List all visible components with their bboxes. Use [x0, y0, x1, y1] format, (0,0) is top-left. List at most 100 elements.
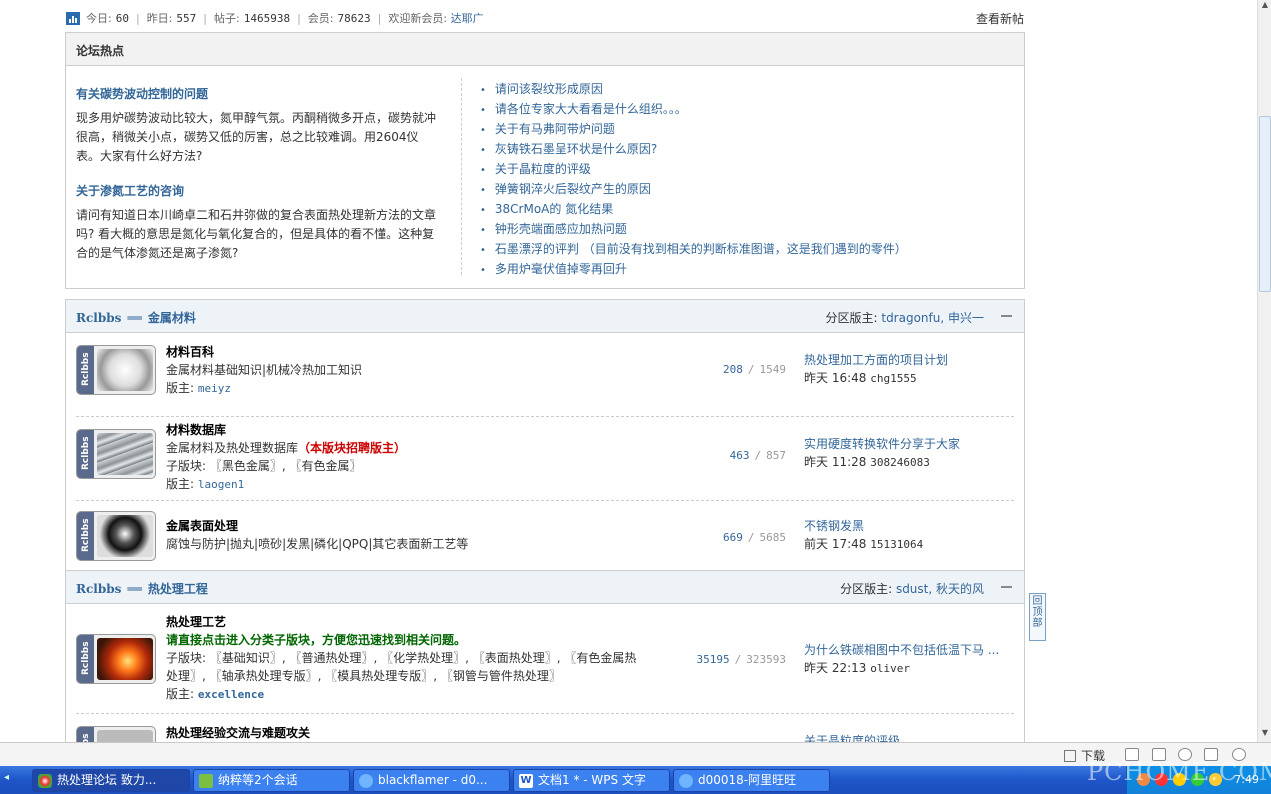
today-count: 60	[115, 11, 129, 25]
vertical-scrollbar[interactable]: ▲ ▼	[1257, 0, 1271, 742]
category-header: Rclbbs ══ 热处理工程 分区版主: sdust, 秋天的风	[66, 571, 1024, 604]
hot-topic-link[interactable]: 灰铸铁石墨呈环状是什么原因?	[480, 139, 907, 159]
collapse-icon[interactable]	[1001, 315, 1012, 317]
last-post-time: 昨天 16:48	[804, 371, 867, 385]
hot-topic-link[interactable]: 关于有马弗阿带炉问题	[480, 119, 907, 139]
last-post-link[interactable]: 为什么铁碳相图中不包括低温下马 ...	[804, 643, 999, 657]
view-new-threads-link[interactable]: 查看新帖	[976, 10, 1024, 27]
forum-logo[interactable]: Rclbbs	[76, 429, 156, 479]
members-label: 会员:	[307, 12, 334, 25]
download-icon	[1064, 750, 1076, 762]
windows-taskbar: ◂ 热处理论坛 致力... 纳粹等2个会话 blackflamer - d0..…	[0, 766, 1271, 794]
moderator-label: 版主:	[166, 381, 195, 395]
forum-row: Rclbbs 热处理经验交流与难题攻关 关于晶粒度的评级	[76, 714, 1014, 742]
forum-stats-bar: 今日: 60 | 昨日: 557 | 帖子: 1465938 | 会员: 78623 |…	[66, 9, 1024, 27]
last-post-link[interactable]: 实用硬度转换软件分享于大家	[804, 437, 960, 451]
category-metal-materials: Rclbbs ══ 金属材料 分区版主: tdragonfu, 申兴一 Rclbbs…	[65, 299, 1025, 571]
hot-topics-box: 论坛热点 有关碳势波动控制的问题 现多用炉碳势波动比较大，氮甲醇气氛。丙酮稍微多…	[65, 32, 1025, 289]
forum-logo[interactable]: Rclbbs	[76, 511, 156, 561]
last-post-time: 昨天 11:28	[804, 455, 867, 469]
scrollbar-thumb[interactable]	[1259, 116, 1271, 292]
today-label: 今日:	[86, 12, 112, 25]
subforum-links[interactable]: 〖基础知识〗, 〖普通热处理〗, 〖化学热处理〗, 〖表面热处理〗, 〖有色金属…	[166, 651, 636, 683]
scroll-up-arrow-icon[interactable]: ▲	[1258, 0, 1271, 14]
forum-logo[interactable]: Rclbbs	[76, 634, 156, 684]
back-to-top-button[interactable]: 回顶部	[1029, 593, 1046, 641]
moderator-link[interactable]: laogen1	[198, 478, 244, 491]
forum-logo[interactable]: Rclbbs	[76, 726, 156, 742]
last-post-link[interactable]: 关于晶粒度的评级	[804, 734, 900, 742]
hot-topic-link[interactable]: 关于晶粒度的评级	[480, 159, 907, 179]
featured-topics: 有关碳势波动控制的问题 现多用炉碳势波动比较大，氮甲醇气氛。丙酮稍微多开点，碳势…	[76, 85, 441, 279]
forum-logo[interactable]: Rclbbs	[76, 345, 156, 395]
aliwangwang-icon	[679, 774, 693, 788]
forum-row: Rclbbs 热处理工艺 请直接点击进入分类子版块，方便您迅速找到相关问题。 子…	[76, 604, 1014, 714]
newest-member-link[interactable]: 达耶广	[451, 10, 484, 26]
featured-topic-title[interactable]: 有关碳势波动控制的问题	[76, 87, 208, 101]
category-heat-treatment: Rclbbs ══ 热处理工程 分区版主: sdust, 秋天的风 Rclbbs 热…	[65, 570, 1025, 742]
hot-topic-link[interactable]: 多用炉毫伏值掉零再回升	[480, 259, 907, 279]
subforum-label: 子版块:	[166, 459, 207, 473]
taskbar-item[interactable]: 热处理论坛 致力...	[32, 769, 190, 792]
forum-name-link[interactable]: 金属表面处理	[166, 519, 238, 533]
recruit-moderator-notice: （本版块招聘版主）	[298, 441, 407, 455]
yesterday-label: 昨日:	[146, 12, 173, 25]
category-title-link[interactable]: Rclbbs ══ 金属材料	[76, 309, 196, 326]
yesterday-count: 557	[176, 11, 197, 25]
welcome-label: 欢迎新会员:	[388, 12, 448, 25]
hot-topic-link[interactable]: 38CrMoA的 氮化结果	[480, 199, 907, 219]
browser-icon	[38, 774, 52, 788]
hot-topic-link[interactable]: 弹簧钢淬火后裂纹产生的原因	[480, 179, 907, 199]
forum-stats: 669/5685	[723, 531, 786, 544]
forum-stats: 208/1549	[723, 363, 786, 376]
last-post-user[interactable]: 15131064	[870, 538, 923, 551]
featured-topic-excerpt: 请问有知道日本川崎卓二和石井弥做的复合表面热处理新方法的文章吗? 看大概的意思是…	[76, 208, 437, 260]
featured-topic-title[interactable]: 关于渗氮工艺的咨询	[76, 184, 184, 198]
forum-row: Rclbbs 材料数据库 金属材料及热处理数据库（本版块招聘版主） 子版块: 〖…	[76, 417, 1014, 501]
forum-row: Rclbbs 金属表面处理 腐蚀与防护|抛丸|喷砂|发黑|磷化|QPQ|其它表面…	[76, 501, 1014, 571]
taskbar-item[interactable]: blackflamer - d0...	[353, 769, 510, 792]
last-post-link[interactable]: 热处理加工方面的项目计划	[804, 353, 948, 367]
last-post: 为什么铁碳相图中不包括低温下马 ... 昨天 22:13 oliver	[804, 641, 1019, 678]
last-post-link[interactable]: 不锈钢发黑	[804, 519, 864, 533]
last-post-time: 前天 17:48	[804, 537, 867, 551]
last-post: 关于晶粒度的评级	[804, 732, 1019, 742]
last-post-user[interactable]: 308246083	[870, 456, 930, 469]
quick-launch-icon[interactable]: ◂	[4, 772, 9, 783]
browser-status-bar: 下载	[0, 742, 1271, 766]
last-post: 实用硬度转换软件分享于大家 昨天 11:28 308246083	[804, 435, 1019, 472]
last-post-user[interactable]: chg1555	[870, 372, 916, 385]
hot-topic-link[interactable]: 请各位专家大大看看是什么组织。。。	[480, 99, 907, 119]
hot-topic-link[interactable]: 钟形壳端面感应加热问题	[480, 219, 907, 239]
subforum-links[interactable]: 〖黑色金属〗, 〖有色金属〗	[210, 459, 362, 473]
hot-topic-link[interactable]: 请问该裂纹形成原因	[480, 79, 907, 99]
moderator-link[interactable]: meiyz	[198, 382, 231, 395]
subforum-label: 子版块:	[166, 651, 207, 665]
hot-topic-link[interactable]: 石墨漂浮的评判 （目前没有找到相关的判断标准图谱，这是我们遇到的零件）	[480, 239, 907, 259]
forum-name-link[interactable]: 材料数据库	[166, 423, 226, 437]
hot-topics-title: 论坛热点	[66, 33, 1024, 66]
im-icon	[359, 774, 373, 788]
taskbar-item[interactable]: 纳粹等2个会话	[193, 769, 350, 792]
forum-description: 金属材料基础知识|机械冷热加工知识	[166, 363, 363, 377]
divider	[461, 78, 462, 275]
posts-count: 1465938	[243, 11, 291, 25]
forum-name-link[interactable]: 热处理工艺	[166, 615, 226, 629]
scroll-down-arrow-icon[interactable]: ▼	[1258, 728, 1271, 742]
last-post-user[interactable]: oliver	[870, 662, 910, 675]
moderator-link[interactable]: excellence	[198, 688, 264, 701]
category-title-link[interactable]: Rclbbs ══ 热处理工程	[76, 580, 208, 597]
forum-notice: 请直接点击进入分类子版块，方便您迅速找到相关问题。	[166, 633, 467, 647]
forum-name-link[interactable]: 材料百科	[166, 345, 214, 359]
featured-topic-excerpt: 现多用炉碳势波动比较大，氮甲醇气氛。丙酮稍微多开点，碳势就冲很高，稍微关小点，碳…	[76, 111, 437, 163]
forum-description: 腐蚀与防护|抛丸|喷砂|发黑|磷化|QPQ|其它表面新工艺等	[166, 537, 469, 551]
taskbar-item[interactable]: W 文档1 * - WPS 文字	[513, 769, 670, 792]
collapse-icon[interactable]	[1001, 586, 1012, 588]
forum-name-link[interactable]: 热处理经验交流与难题攻关	[166, 726, 310, 740]
moderator-label: 版主:	[166, 687, 195, 701]
category-moderators: 分区版主: tdragonfu, 申兴一	[825, 311, 984, 325]
chat-icon	[199, 774, 213, 788]
posts-label: 帖子:	[214, 12, 240, 25]
taskbar-item[interactable]: d00018-阿里旺旺	[673, 769, 830, 792]
forum-description: 金属材料及热处理数据库	[166, 441, 299, 455]
